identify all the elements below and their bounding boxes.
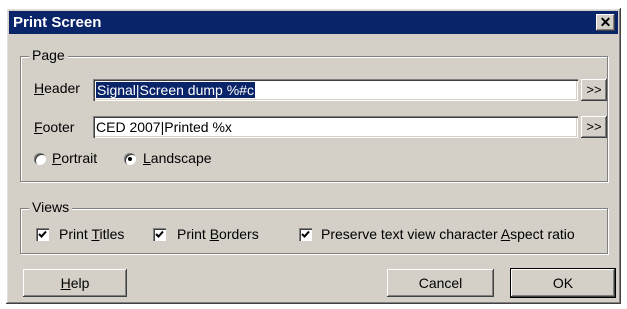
help-button[interactable]: Help [23,269,127,297]
cancel-button[interactable]: Cancel [387,269,494,297]
portrait-label[interactable]: Portrait [52,150,97,166]
header-input-value: Signal|Screen dump %#c [96,82,255,98]
header-label: Header [34,80,80,96]
close-button[interactable]: ✕ [596,14,615,31]
print-borders-label[interactable]: Print Borders [177,226,259,242]
landscape-label[interactable]: Landscape [143,150,212,166]
landscape-radio-dot [128,157,132,161]
checkmark-icon [38,230,47,238]
print-titles-label[interactable]: Print Titles [59,226,124,242]
footer-browse-button[interactable]: >> [581,116,607,138]
window-title: Print Screen [13,14,102,31]
footer-input-value: CED 2007|Printed %x [96,119,232,135]
header-input[interactable]: Signal|Screen dump %#c [93,79,578,101]
views-group-label: Views [29,199,73,215]
print-borders-checkbox[interactable] [153,228,166,241]
landscape-radio[interactable] [124,153,136,165]
title-bar[interactable]: Print Screen ✕ [9,11,618,34]
preserve-aspect-label[interactable]: Preserve text view character Aspect rati… [321,226,575,242]
footer-label: Footer [34,119,75,135]
print-screen-dialog: Print Screen ✕ Page Header Signal|Screen… [6,8,621,304]
print-titles-checkbox[interactable] [36,228,49,241]
preserve-aspect-checkbox[interactable] [299,228,312,241]
page-group-label: Page [29,47,68,63]
checkmark-icon [301,230,310,238]
ok-button[interactable]: OK [511,269,615,297]
footer-input[interactable]: CED 2007|Printed %x [93,116,578,138]
header-browse-button[interactable]: >> [581,79,607,101]
portrait-radio[interactable] [34,153,46,165]
checkmark-icon [155,230,164,238]
